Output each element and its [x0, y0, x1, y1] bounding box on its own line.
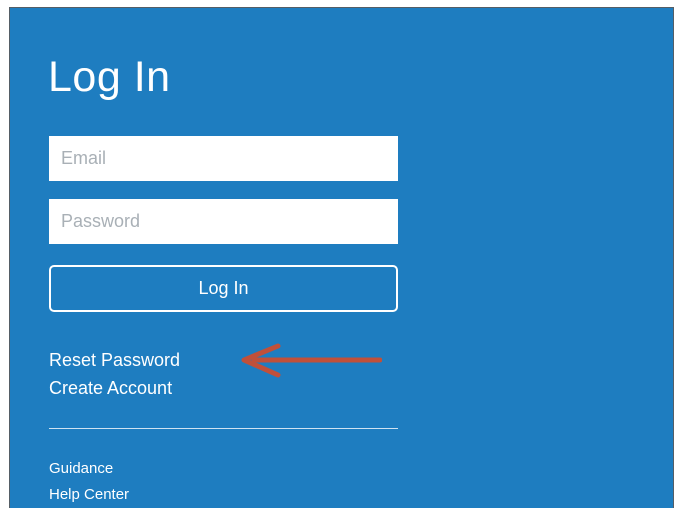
page-title: Log In [48, 53, 171, 101]
reset-password-link[interactable]: Reset Password [49, 348, 180, 372]
screenshot-frame: Log In Log In Reset Password Create Acco… [0, 0, 676, 508]
guidance-link[interactable]: Guidance [49, 459, 113, 479]
password-field[interactable] [49, 199, 398, 244]
email-field[interactable] [49, 136, 398, 181]
help-center-link[interactable]: Help Center [49, 485, 129, 505]
divider [49, 428, 398, 429]
arrow-left-icon [241, 343, 382, 378]
login-panel: Log In Log In Reset Password Create Acco… [9, 7, 674, 508]
login-button[interactable]: Log In [49, 265, 398, 312]
create-account-link[interactable]: Create Account [49, 376, 172, 400]
